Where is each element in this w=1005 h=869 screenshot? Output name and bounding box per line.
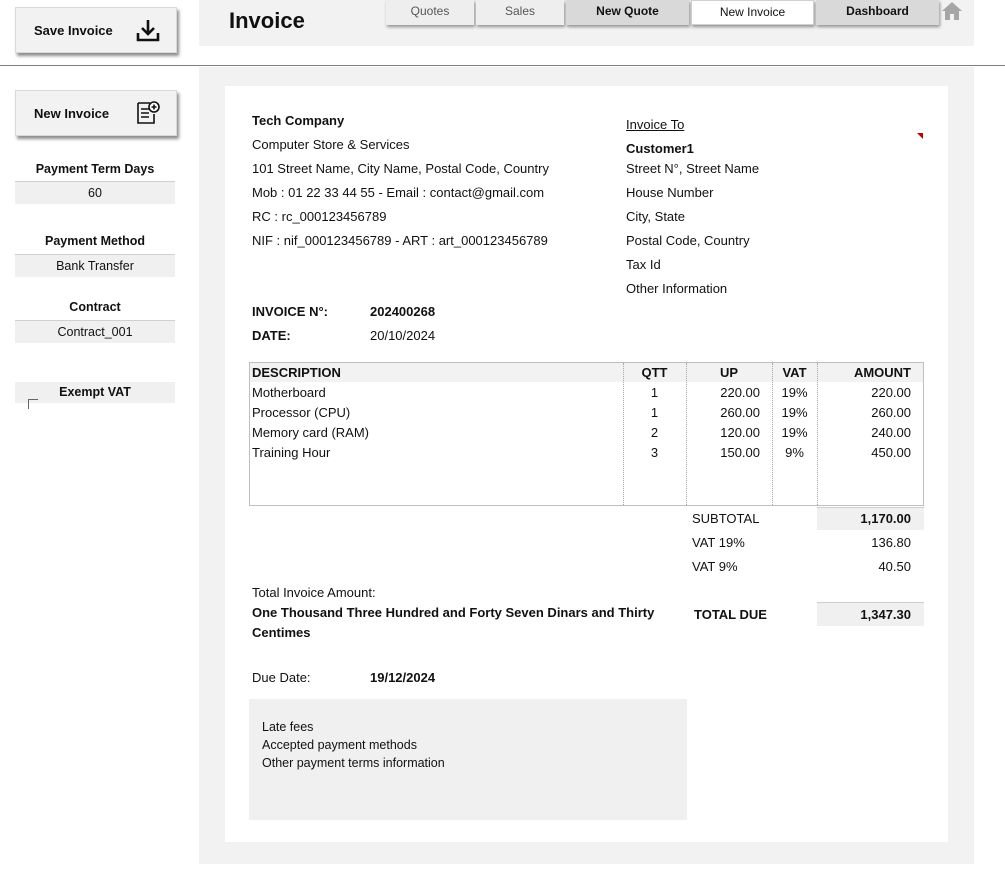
exempt-vat-checkbox[interactable] — [28, 399, 38, 409]
vat19-value: 136.80 — [871, 535, 911, 550]
row-description: Memory card (RAM) — [252, 425, 370, 440]
vat19-label: VAT 19% — [692, 535, 745, 550]
company-address: 101 Street Name, City Name, Postal Code,… — [252, 161, 549, 176]
note-late-fees: Late fees — [262, 720, 314, 734]
company-line: Computer Store & Services — [252, 137, 410, 152]
customer-house: House Number — [626, 185, 714, 200]
contract-title: Contract — [69, 300, 121, 314]
row-qtt: 1 — [650, 385, 659, 400]
header-amount: AMOUNT — [853, 365, 911, 380]
subtotal-value: 1,170.00 — [860, 511, 911, 526]
row-up: 220.00 — [720, 385, 760, 400]
header-divider — [0, 65, 1005, 66]
row-qtt: 1 — [650, 405, 659, 420]
row-up: 150.00 — [720, 445, 760, 460]
save-invoice-button[interactable]: Save Invoice — [15, 7, 177, 53]
comment-marker — [917, 133, 923, 139]
row-amount: 220.00 — [871, 385, 911, 400]
row-qtt: 2 — [650, 425, 659, 440]
subtotal-label: SUBTOTAL — [692, 511, 760, 526]
note-payment-methods: Accepted payment methods — [262, 738, 417, 752]
row-amount: 240.00 — [871, 425, 911, 440]
customer-taxid: Tax Id — [626, 257, 661, 272]
header-description: DESCRIPTION — [252, 365, 341, 380]
tab-quotes[interactable]: Quotes — [386, 0, 474, 25]
amount-words-label: Total Invoice Amount: — [252, 585, 376, 600]
due-date-value: 19/12/2024 — [370, 670, 436, 685]
company-name: Tech Company — [252, 113, 345, 128]
amount-words-line2: Centimes — [252, 625, 311, 640]
invoice-to-heading: Invoice To — [626, 117, 685, 132]
customer-name[interactable]: Customer1 — [626, 141, 694, 156]
row-amount: 450.00 — [871, 445, 911, 460]
page-title: Invoice — [229, 8, 305, 33]
company-contact: Mob : 01 22 33 44 55 - Email : contact@g… — [252, 185, 545, 200]
customer-other: Other Information — [626, 281, 728, 296]
home-icon[interactable] — [941, 1, 963, 21]
invoice-number-label: INVOICE N°: — [252, 304, 328, 319]
exempt-vat-title: Exempt VAT — [59, 385, 131, 399]
contract-field[interactable]: Contract_001 — [15, 320, 175, 343]
row-description: Training Hour — [252, 445, 331, 460]
row-description: Motherboard — [252, 385, 326, 400]
payment-method-field[interactable]: Bank Transfer — [15, 254, 175, 277]
payment-notes-box[interactable]: Late fees Accepted payment methods Other… — [249, 699, 687, 820]
save-invoice-label: Save Invoice — [34, 22, 113, 38]
invoice-date-label: DATE: — [252, 328, 291, 343]
company-rc: RC : rc_000123456789 — [252, 209, 387, 224]
header-qtt: QTT — [641, 365, 668, 380]
row-description: Processor (CPU) — [252, 405, 351, 420]
invoice-date[interactable]: 20/10/2024 — [370, 328, 435, 343]
total-due-label: TOTAL DUE — [694, 607, 767, 622]
items-table: DESCRIPTION QTT UP VAT AMOUNT Motherboar… — [249, 362, 924, 506]
row-up: 120.00 — [720, 425, 760, 440]
row-vat: 19% — [781, 425, 808, 440]
row-vat: 19% — [781, 385, 808, 400]
new-invoice-button[interactable]: New Invoice — [15, 90, 177, 136]
row-qtt: 3 — [650, 445, 659, 460]
customer-postal: Postal Code, Country — [626, 233, 750, 248]
total-due-value: 1,347.30 — [860, 607, 911, 622]
note-other-terms: Other payment terms information — [262, 756, 445, 770]
tab-dashboard[interactable]: Dashboard — [816, 0, 939, 25]
row-amount: 260.00 — [871, 405, 911, 420]
header-up: UP — [719, 365, 739, 380]
tab-new-quote[interactable]: New Quote — [566, 0, 689, 25]
payment-term-field[interactable]: 60 — [15, 181, 175, 204]
due-date-label: Due Date: — [252, 670, 311, 685]
company-nif: NIF : nif_000123456789 - ART : art_00012… — [252, 233, 548, 248]
row-up: 260.00 — [720, 405, 760, 420]
payment-method-title: Payment Method — [44, 234, 145, 248]
invoice-number: 202400268 — [370, 304, 436, 319]
tab-sales[interactable]: Sales — [476, 0, 564, 25]
payment-term-title: Payment Term Days — [35, 162, 155, 176]
customer-city: City, State — [626, 209, 686, 224]
download-icon — [134, 16, 162, 44]
tab-new-invoice[interactable]: New Invoice — [691, 0, 814, 25]
vat9-value: 40.50 — [878, 559, 911, 574]
vat9-label: VAT 9% — [692, 559, 738, 574]
amount-words-line1: One Thousand Three Hundred and Forty Sev… — [252, 605, 655, 620]
new-document-icon — [134, 99, 162, 127]
customer-street: Street N°, Street Name — [626, 161, 760, 176]
new-invoice-label: New Invoice — [34, 105, 110, 121]
row-vat: 9% — [785, 445, 804, 460]
row-vat: 19% — [781, 405, 808, 420]
header-vat: VAT — [782, 365, 807, 380]
